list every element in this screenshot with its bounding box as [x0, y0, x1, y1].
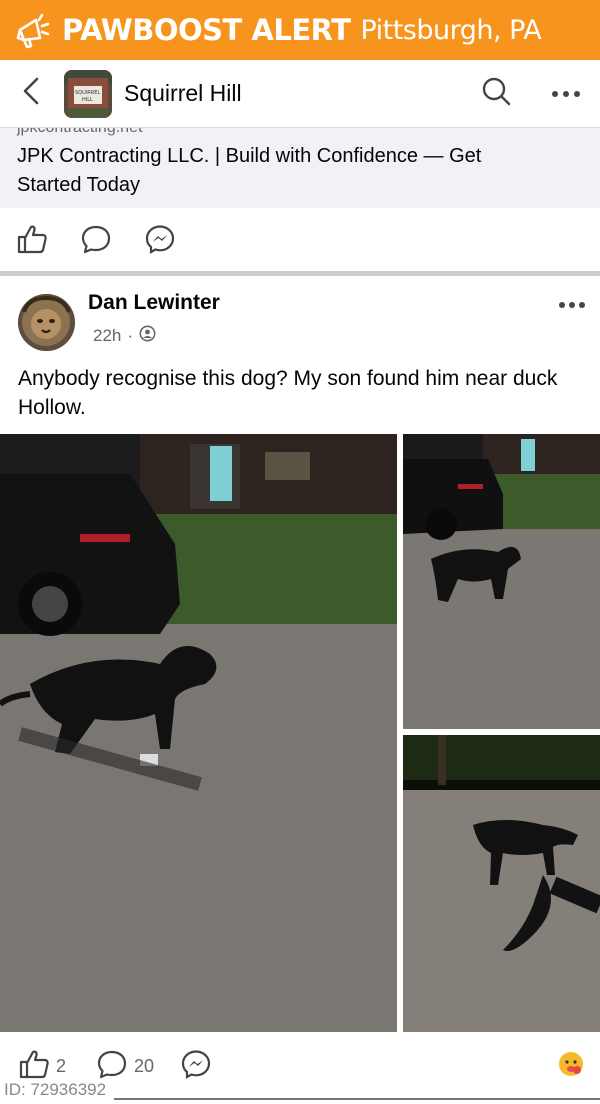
megaphone-icon — [10, 8, 54, 52]
group-thumb-text-2: HILL — [82, 96, 93, 103]
messenger-icon[interactable] — [180, 1049, 212, 1084]
comment-icon[interactable] — [80, 224, 112, 259]
members-audience-icon — [139, 325, 156, 347]
post-photo-main[interactable] — [0, 434, 397, 1032]
more-dots-icon — [551, 85, 581, 103]
more-options-button[interactable] — [538, 66, 594, 122]
ad-action-row — [0, 208, 600, 274]
more-dots-icon — [558, 296, 586, 314]
alert-location: Pittsburgh, PA — [360, 14, 542, 46]
search-button[interactable] — [468, 66, 524, 122]
group-header: SQUIRREL HILL Squirrel Hill — [0, 60, 600, 128]
ad-domain: jpkcontracting.net — [17, 128, 142, 137]
alert-title: PAWBOOST ALERT — [62, 13, 351, 47]
comment-icon[interactable] — [96, 1049, 128, 1084]
group-thumb-text: SQUIRREL — [75, 89, 101, 96]
post-meta: 22h · — [93, 325, 156, 347]
like-icon[interactable] — [16, 224, 48, 259]
separator-dot: · — [127, 326, 134, 345]
like-count: 2 — [56, 1055, 67, 1076]
ad-title: JPK Contracting LLC. | Build with Confid… — [17, 145, 482, 196]
pawboost-alert-banner: PAWBOOST ALERT Pittsburgh, PA — [0, 0, 600, 60]
post-more-button[interactable] — [548, 290, 596, 320]
chevron-left-icon — [20, 76, 44, 111]
like-icon[interactable] — [18, 1049, 50, 1084]
search-icon — [481, 76, 511, 111]
back-button[interactable] — [0, 60, 64, 128]
post-photo-secondary[interactable] — [403, 434, 600, 729]
post-divider — [0, 271, 600, 276]
messenger-icon[interactable] — [144, 224, 176, 259]
ad-link-card[interactable]: jpkcontracting.net JPK Contracting LLC. … — [0, 128, 600, 208]
avatar[interactable] — [18, 294, 75, 351]
post-id-label: ID: 72936392 — [4, 1080, 107, 1100]
bottom-divider — [114, 1098, 600, 1100]
comment-count: 20 — [134, 1055, 155, 1076]
group-avatar[interactable]: SQUIRREL HILL — [64, 69, 112, 118]
post-text: Anybody recognise this dog? My son found… — [18, 367, 558, 419]
post-time[interactable]: 22h — [93, 326, 121, 346]
post-author[interactable]: Dan Lewinter — [88, 291, 220, 315]
reaction-emoji-icon[interactable] — [558, 1051, 584, 1082]
group-name[interactable]: Squirrel Hill — [124, 80, 468, 107]
post-photo-tertiary[interactable] — [403, 735, 600, 1032]
